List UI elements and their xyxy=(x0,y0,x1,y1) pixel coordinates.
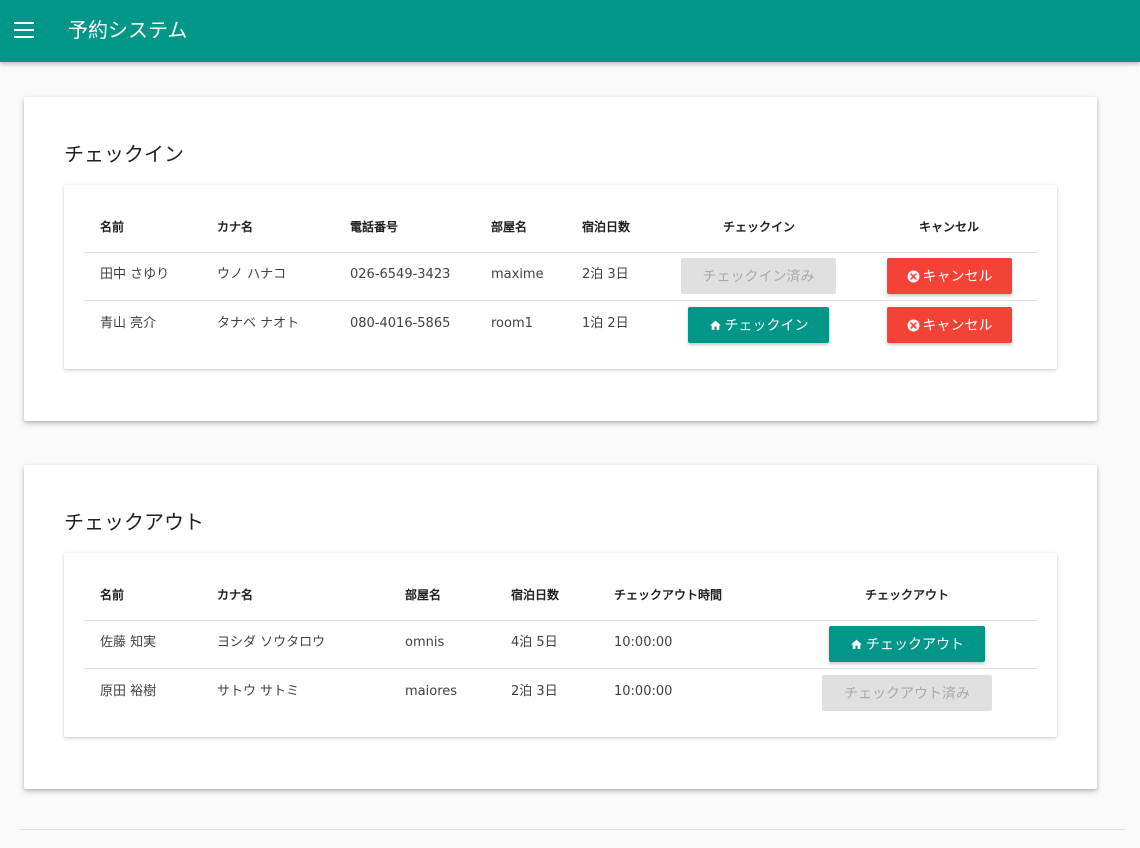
checkout-card: チェックアウト 名前 カナ名 部屋名 宿泊日数 チェックアウト時間 チェックアウ… xyxy=(24,465,1097,789)
column-header-name: 名前 xyxy=(100,220,125,234)
checkin-button[interactable]: チェックイン xyxy=(688,307,829,343)
menu-icon[interactable] xyxy=(14,22,34,38)
footer-divider xyxy=(20,829,1125,830)
checkout-button[interactable]: チェックアウト xyxy=(829,626,985,662)
cell-name: 青山 亮介 xyxy=(100,316,157,331)
cancel-button-label: キャンセル xyxy=(922,269,993,285)
cell-nights: 4泊 5日 xyxy=(511,635,558,650)
cell-nights: 2泊 3日 xyxy=(582,267,629,282)
cell-phone: 026-6549-3423 xyxy=(350,267,451,282)
checkin-title: チェックイン xyxy=(64,142,184,166)
cancel-circle-icon xyxy=(907,319,920,332)
checkout-button-label: チェックアウト xyxy=(866,637,964,653)
column-header-room: 部屋名 xyxy=(491,220,528,234)
checkout-button-label: チェックアウト済み xyxy=(844,686,970,702)
checked-in-button[interactable]: チェックイン済み xyxy=(681,258,836,294)
column-header-kana: カナ名 xyxy=(217,588,254,602)
column-header-cancel: キャンセル xyxy=(918,220,980,234)
row-divider xyxy=(84,668,1037,669)
home-icon xyxy=(850,638,863,651)
checkin-card: チェックイン 名前 カナ名 電話番号 部屋名 宿泊日数 チェックイン キャンセル… xyxy=(24,97,1097,421)
header-divider xyxy=(84,620,1037,621)
checkin-table: 名前 カナ名 電話番号 部屋名 宿泊日数 チェックイン キャンセル 田中 さゆり… xyxy=(64,185,1057,369)
app-title: 予約システム xyxy=(68,18,188,42)
cell-name: 原田 裕樹 xyxy=(100,684,157,699)
cell-phone: 080-4016-5865 xyxy=(350,316,451,331)
column-header-checkout: チェックアウト xyxy=(864,588,950,602)
cell-checkout-time: 10:00:00 xyxy=(614,684,673,699)
cancel-button-label: キャンセル xyxy=(922,318,993,334)
cell-name: 佐藤 知実 xyxy=(100,635,157,650)
app-bar: 予約システム xyxy=(0,0,1140,62)
cell-room: omnis xyxy=(405,635,445,650)
cell-room: maxime xyxy=(491,267,544,282)
column-header-kana: カナ名 xyxy=(217,220,254,234)
cell-room: maiores xyxy=(405,684,458,699)
cell-nights: 2泊 3日 xyxy=(511,684,558,699)
column-header-name: 名前 xyxy=(100,588,125,602)
checked-out-button[interactable]: チェックアウト済み xyxy=(822,675,992,711)
checkin-button-label: チェックイン xyxy=(724,318,809,334)
column-header-phone: 電話番号 xyxy=(350,220,399,234)
checkout-title: チェックアウト xyxy=(64,510,204,534)
cell-nights: 1泊 2日 xyxy=(582,316,629,331)
cell-checkout-time: 10:00:00 xyxy=(614,635,673,650)
column-header-nights: 宿泊日数 xyxy=(582,220,631,234)
column-header-nights: 宿泊日数 xyxy=(511,588,560,602)
checkout-table: 名前 カナ名 部屋名 宿泊日数 チェックアウト時間 チェックアウト 佐藤 知実 … xyxy=(64,553,1057,737)
cancel-button[interactable]: キャンセル xyxy=(887,258,1012,294)
column-header-room: 部屋名 xyxy=(405,588,442,602)
cancel-circle-icon xyxy=(907,270,920,283)
cell-name: 田中 さゆり xyxy=(100,267,170,282)
cell-kana: ヨシダ ソウタロウ xyxy=(217,635,326,650)
cell-kana: タナベ ナオト xyxy=(217,316,300,331)
cell-kana: ウノ ハナコ xyxy=(217,267,287,282)
header-divider xyxy=(84,252,1037,253)
column-header-checkout-time: チェックアウト時間 xyxy=(614,588,723,602)
checkin-button-label: チェックイン済み xyxy=(702,269,815,285)
cell-kana: サトウ サトミ xyxy=(217,684,300,699)
column-header-checkin: チェックイン xyxy=(722,220,796,234)
cell-room: room1 xyxy=(491,316,533,331)
cancel-button[interactable]: キャンセル xyxy=(887,307,1012,343)
row-divider xyxy=(84,300,1037,301)
home-icon xyxy=(709,319,722,332)
